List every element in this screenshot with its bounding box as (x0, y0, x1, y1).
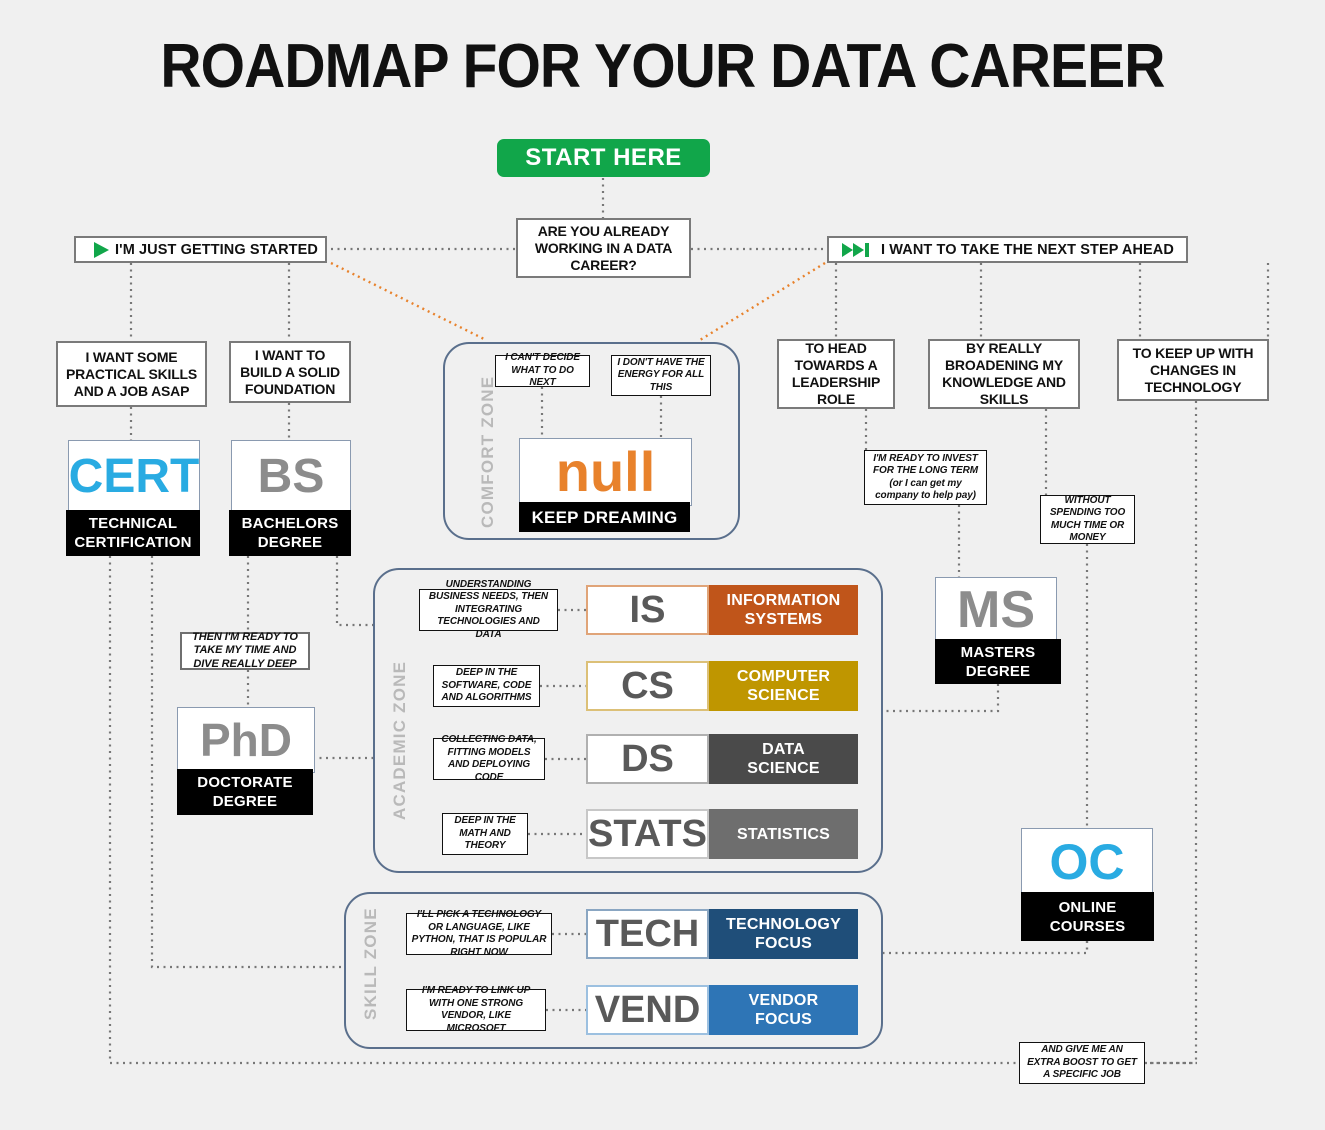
vend-name-line2: FOCUS (755, 1011, 812, 1028)
ds-name: DATA SCIENCE (709, 734, 858, 784)
oc-label-line1: ONLINE (1058, 898, 1117, 916)
roadmap-canvas: ROADMAP FOR YOUR DATA CAREER START HERE … (0, 0, 1325, 1130)
cert-label-line1: TECHNICAL (88, 515, 178, 532)
note-is: UNDERSTANDING BUSINESS NEEDS, THEN INTEG… (419, 579, 558, 640)
ds-name-line1: DATA (762, 741, 805, 758)
vend-code: VEND (586, 985, 709, 1035)
choice-broadening-knowledge[interactable]: BY REALLY BROADENING MY KNOWLEDGE AND SK… (928, 339, 1080, 409)
cert-label-line2: CERTIFICATION (74, 534, 192, 551)
oc-label-line2: COURSES (1049, 917, 1126, 935)
cs-name-line2: SCIENCE (747, 687, 820, 704)
oc-label: ONLINE COURSES (1021, 892, 1154, 941)
cs-code: CS (586, 661, 709, 711)
ms-label-line2: DEGREE (965, 662, 1031, 680)
play-icon (94, 241, 109, 258)
card-null-keep-dreaming[interactable]: null KEEP DREAMING (519, 438, 692, 533)
branch-right-label: I WANT TO TAKE THE NEXT STEP AHEAD (881, 241, 1174, 258)
tech-name-line1: TECHNOLOGY (726, 916, 841, 933)
phd-label: DOCTORATE DEGREE (177, 769, 313, 815)
program-row-vend[interactable]: VEND VENDOR FOCUS (586, 985, 858, 1035)
ms-code: MS (935, 577, 1057, 643)
note-extra-boost: AND GIVE ME AN EXTRA BOOST TO GET A SPEC… (1019, 1042, 1145, 1084)
program-row-cs[interactable]: CS COMPUTER SCIENCE (586, 661, 858, 711)
bs-label-line2: DEGREE (257, 534, 323, 551)
choice-solid-foundation[interactable]: I WANT TO BUILD A SOLID FOUNDATION (229, 341, 351, 403)
null-code: null (519, 438, 692, 506)
cert-code: CERT (68, 440, 200, 514)
vend-name-line1: VENDOR (748, 992, 819, 1009)
note-no-energy: I DON'T HAVE THE ENERGY FOR ALL THIS (611, 355, 711, 396)
ds-code: DS (586, 734, 709, 784)
bs-label-line1: BACHELORS (241, 515, 339, 532)
skill-zone-label: SKILL ZONE (361, 907, 380, 1020)
branch-next-step-ahead[interactable]: I WANT TO TAKE THE NEXT STEP AHEAD (827, 236, 1188, 263)
note-without-spending: WITHOUT SPENDING TOO MUCH TIME OR MONEY (1040, 495, 1135, 544)
cs-name-line1: COMPUTER (736, 668, 831, 685)
note-ready-to-invest: I'M READY TO INVEST FOR THE LONG TERM (o… (864, 450, 987, 505)
note-tech: I'LL PICK A TECHNOLOGY OR LANGUAGE, LIKE… (406, 909, 552, 958)
tech-name: TECHNOLOGY FOCUS (709, 909, 858, 959)
choice-practical-skills[interactable]: I WANT SOME PRACTICAL SKILLS AND A JOB A… (56, 341, 207, 407)
card-masters-degree[interactable]: MS MASTERS DEGREE (935, 577, 1061, 684)
null-label: KEEP DREAMING (519, 502, 690, 532)
note-stats: DEEP IN THE MATH AND THEORY (442, 813, 528, 855)
start-here-button[interactable]: START HERE (497, 139, 710, 177)
is-code: IS (586, 585, 709, 635)
note-invest-line2: (or I can get my company to help pay) (875, 477, 976, 502)
stats-name: STATISTICS (709, 809, 858, 859)
note-cant-decide: I CAN'T DECIDE WHAT TO DO NEXT (495, 352, 590, 388)
choice-keep-up-technology[interactable]: TO KEEP UP WITH CHANGES IN TECHNOLOGY (1117, 339, 1269, 401)
phd-label-line1: DOCTORATE (197, 774, 293, 791)
ds-name-line2: SCIENCE (747, 760, 820, 777)
program-row-ds[interactable]: DS DATA SCIENCE (586, 734, 858, 784)
card-technical-certification[interactable]: CERT TECHNICAL CERTIFICATION (66, 440, 200, 556)
program-row-is[interactable]: IS INFORMATION SYSTEMS (586, 585, 858, 635)
is-name: INFORMATION SYSTEMS (709, 585, 858, 635)
note-dive-deep: THEN I'M READY TO TAKE MY TIME AND DIVE … (180, 631, 310, 670)
is-name-line2: SYSTEMS (744, 611, 823, 628)
tech-name-line2: FOCUS (755, 935, 812, 952)
bs-label: BACHELORS DEGREE (229, 510, 351, 556)
note-ds: COLLECTING DATA, FITTING MODELS AND DEPL… (433, 734, 545, 783)
academic-zone-label: ACADEMIC ZONE (390, 660, 409, 820)
cs-name: COMPUTER SCIENCE (709, 661, 858, 711)
decision-question-box: ARE YOU ALREADY WORKING IN A DATA CAREER… (516, 218, 691, 278)
vend-name: VENDOR FOCUS (709, 985, 858, 1035)
tech-code: TECH (586, 909, 709, 959)
ms-label: MASTERS DEGREE (935, 639, 1061, 684)
choice-leadership-role[interactable]: TO HEAD TOWARDS A LEADERSHIP ROLE (777, 339, 895, 409)
phd-label-line2: DEGREE (212, 793, 278, 810)
skip-forward-icon (842, 242, 869, 257)
ms-label-line1: MASTERS (960, 643, 1036, 661)
card-doctorate-degree[interactable]: PhD DOCTORATE DEGREE (177, 707, 315, 815)
program-row-stats[interactable]: STATS STATISTICS (586, 809, 858, 859)
phd-code: PhD (177, 707, 315, 773)
branch-left-label: I'M JUST GETTING STARTED (115, 241, 318, 258)
oc-code: OC (1021, 828, 1153, 896)
note-invest-line1: I'M READY TO INVEST FOR THE LONG TERM (873, 452, 978, 477)
note-cs: DEEP IN THE SOFTWARE, CODE AND ALGORITHM… (433, 665, 540, 707)
page-title: ROADMAP FOR YOUR DATA CAREER (160, 32, 1165, 101)
card-online-courses[interactable]: OC ONLINE COURSES (1021, 828, 1154, 941)
card-bachelors-degree[interactable]: BS BACHELORS DEGREE (229, 440, 351, 556)
stats-code: STATS (586, 809, 709, 859)
is-name-line1: INFORMATION (726, 592, 841, 609)
cert-label: TECHNICAL CERTIFICATION (66, 510, 200, 556)
program-row-tech[interactable]: TECH TECHNOLOGY FOCUS (586, 909, 858, 959)
bs-code: BS (231, 440, 351, 514)
note-vend: I'M READY TO LINK UP WITH ONE STRONG VEN… (406, 985, 546, 1034)
branch-just-getting-started[interactable]: I'M JUST GETTING STARTED (74, 236, 327, 263)
comfort-zone-label: COMFORT ZONE (478, 375, 497, 528)
